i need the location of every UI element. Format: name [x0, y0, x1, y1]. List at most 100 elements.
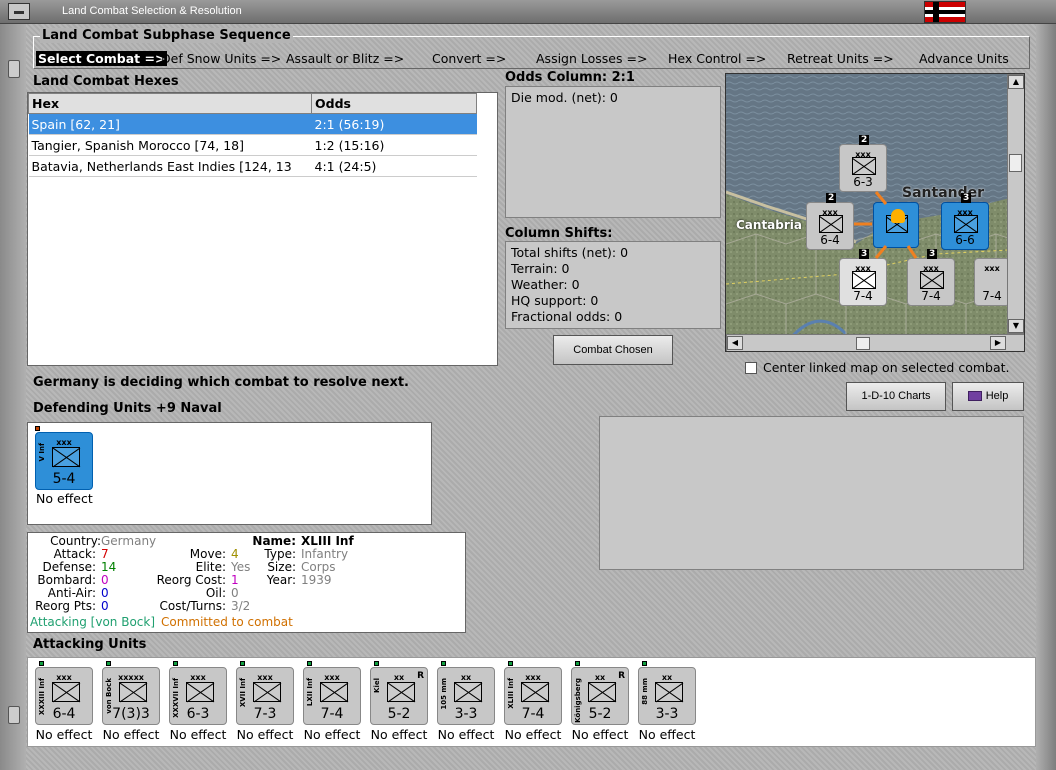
detail-label: Reorg Pts: — [35, 599, 96, 613]
shift-hq: HQ support: 0 — [511, 293, 599, 308]
attacking-unit[interactable]: xxxxx von Bock 7(3)3 — [102, 667, 160, 725]
hex-cell: Batavia, Netherlands East Indies [124, 1… — [28, 155, 312, 177]
odds-cell: 4:1 (24:5) — [311, 155, 477, 177]
subphase-title: Land Combat Subphase Sequence — [40, 28, 293, 43]
title-bar[interactable]: Land Combat Selection & Resolution — [0, 0, 1056, 24]
scroll-down-icon[interactable]: ▼ — [1008, 319, 1024, 333]
infantry-symbol-icon — [454, 682, 483, 703]
infantry-symbol-icon — [320, 682, 349, 703]
column-header-odds[interactable]: Odds — [311, 93, 477, 114]
minimize-icon[interactable] — [8, 3, 30, 20]
attacking-note: Attacking [von Bock] — [30, 615, 156, 629]
shifts-box: Total shifts (net): 0 Terrain: 0 Weather… — [505, 241, 721, 329]
detail-label: Year: — [266, 573, 296, 587]
attacking-unit[interactable]: xx 105 mm 3-3 — [437, 667, 495, 725]
defending-unit[interactable]: xxx V Inf 5-4 — [35, 432, 93, 490]
die-mod: Die mod. (net): 0 — [511, 90, 618, 105]
column-header-hex[interactable]: Hex — [28, 93, 312, 114]
combat-chosen-button[interactable]: Combat Chosen — [553, 335, 673, 365]
infantry-symbol-icon — [52, 682, 81, 703]
detail-cost: 3/2 — [231, 599, 251, 613]
unit-strength: 3-3 — [454, 706, 478, 722]
hex-cell: Tangier, Spanish Morocco [74, 18] — [28, 134, 312, 156]
unit-strength: 5-2 — [588, 706, 612, 722]
unit-strength: 7-3 — [253, 706, 277, 722]
scroll-right-icon[interactable]: ▶ — [990, 336, 1006, 350]
attacking-effect: No effect — [169, 727, 227, 742]
unit-status-dot — [35, 426, 40, 431]
attacking-unit[interactable]: xx Königsberg R 5-2 — [571, 667, 629, 725]
infantry-symbol-icon — [186, 682, 215, 703]
attacking-unit[interactable]: xxx XXXIII Inf 6-4 — [35, 667, 93, 725]
hexes-title: Land Combat Hexes — [33, 74, 179, 89]
attacking-effect: No effect — [437, 727, 495, 742]
attacking-panel: xxx XXXIII Inf 6-4 No effect xxxxx von Bock 7(… — [27, 657, 1036, 747]
defending-panel: xxx V Inf 5-4 No effect — [27, 422, 432, 525]
vertical-scroll-thumb[interactable] — [1009, 154, 1022, 172]
scroll-left-icon[interactable]: ◀ — [727, 336, 743, 350]
table-row[interactable]: Spain [62, 21] 2:1 (56:19) — [28, 113, 477, 135]
attacking-effect: No effect — [504, 727, 562, 742]
attacking-unit[interactable]: xxx LXII Inf 7-4 — [303, 667, 361, 725]
phase-hex-control[interactable]: Hex Control => — [668, 51, 766, 66]
unit-status-dot — [106, 661, 111, 666]
right-frame — [1036, 24, 1056, 770]
unit-strength: 7-4 — [521, 706, 545, 722]
infantry-symbol-icon — [521, 682, 550, 703]
unit-strength: 5-2 — [387, 706, 411, 722]
unit-status-dot — [307, 661, 312, 666]
attacking-effect: No effect — [571, 727, 629, 742]
germany-flag-icon — [924, 1, 966, 23]
shift-fractional: Fractional odds: 0 — [511, 309, 623, 324]
center-map-checkbox[interactable] — [745, 362, 757, 374]
horizontal-scroll-thumb[interactable] — [856, 337, 870, 350]
unit-name: 88 mm — [641, 678, 649, 705]
attacking-title: Attacking Units — [33, 637, 147, 652]
unit-strength: 6-4 — [52, 706, 76, 722]
defending-effect: No effect — [36, 491, 93, 506]
attacking-effect: No effect — [638, 727, 696, 742]
table-row[interactable]: Tangier, Spanish Morocco [74, 18] 1:2 (1… — [28, 134, 477, 156]
phase-retreat-units[interactable]: Retreat Units => — [787, 51, 894, 66]
attacking-unit[interactable]: xxx XVII Inf 7-3 — [236, 667, 294, 725]
unit-strength: 6-3 — [186, 706, 210, 722]
window-title: Land Combat Selection & Resolution — [62, 5, 242, 17]
status-message: Germany is deciding which combat to reso… — [33, 375, 409, 390]
unit-name: XLIII Inf — [507, 678, 515, 709]
attacking-effect: No effect — [303, 727, 361, 742]
map-vertical-scrollbar[interactable] — [1007, 74, 1024, 334]
phase-advance-units[interactable]: Advance Units — [919, 51, 1009, 66]
shift-total: Total shifts (net): 0 — [511, 245, 629, 260]
phase-assign-losses[interactable]: Assign Losses => — [536, 51, 647, 66]
scroll-up-icon[interactable]: ▲ — [1008, 75, 1024, 89]
phase-assault-blitz[interactable]: Assault or Blitz => — [286, 51, 404, 66]
attacking-effect: No effect — [102, 727, 160, 742]
phase-select-combat[interactable]: Select Combat => — [36, 51, 168, 66]
shift-weather: Weather: 0 — [511, 277, 580, 292]
help-button[interactable]: Help — [952, 382, 1024, 411]
charts-button[interactable]: 1-D-10 Charts — [846, 382, 946, 411]
map-horizontal-scrollbar[interactable] — [726, 334, 1024, 351]
odds-cell: 2:1 (56:19) — [311, 113, 477, 135]
infantry-symbol-icon — [387, 682, 416, 703]
attacking-unit[interactable]: xxx XXXVII Inf 6-3 — [169, 667, 227, 725]
attacking-unit[interactable]: xx Kiel R 5-2 — [370, 667, 428, 725]
attacking-unit[interactable]: xx 88 mm 3-3 — [638, 667, 696, 725]
unit-status-dot — [173, 661, 178, 666]
shift-terrain: Terrain: 0 — [511, 261, 570, 276]
attacking-unit[interactable]: xxx XLIII Inf 7-4 — [504, 667, 562, 725]
frame-knob-icon — [8, 60, 20, 78]
infantry-symbol-icon — [253, 682, 282, 703]
unit-strength: 7(3)3 — [112, 706, 150, 722]
table-row[interactable]: Batavia, Netherlands East Indies [124, 1… — [28, 155, 477, 177]
linked-map[interactable]: Santander Cantabria xxx 6-3 2 xxx 6-4 2 … — [725, 73, 1025, 352]
hexes-panel: Hex Odds Spain [62, 21] 2:1 (56:19) Tang… — [27, 92, 498, 366]
attacking-effect: No effect — [236, 727, 294, 742]
center-map-label: Center linked map on selected combat. — [763, 360, 1010, 375]
attacking-effect: No effect — [370, 727, 428, 742]
unit-status-dot — [441, 661, 446, 666]
phase-def-snow[interactable]: Def Snow Units => — [161, 51, 281, 66]
infantry-symbol-icon — [588, 682, 617, 703]
phase-convert[interactable]: Convert => — [432, 51, 506, 66]
unit-strength: 7-4 — [320, 706, 344, 722]
